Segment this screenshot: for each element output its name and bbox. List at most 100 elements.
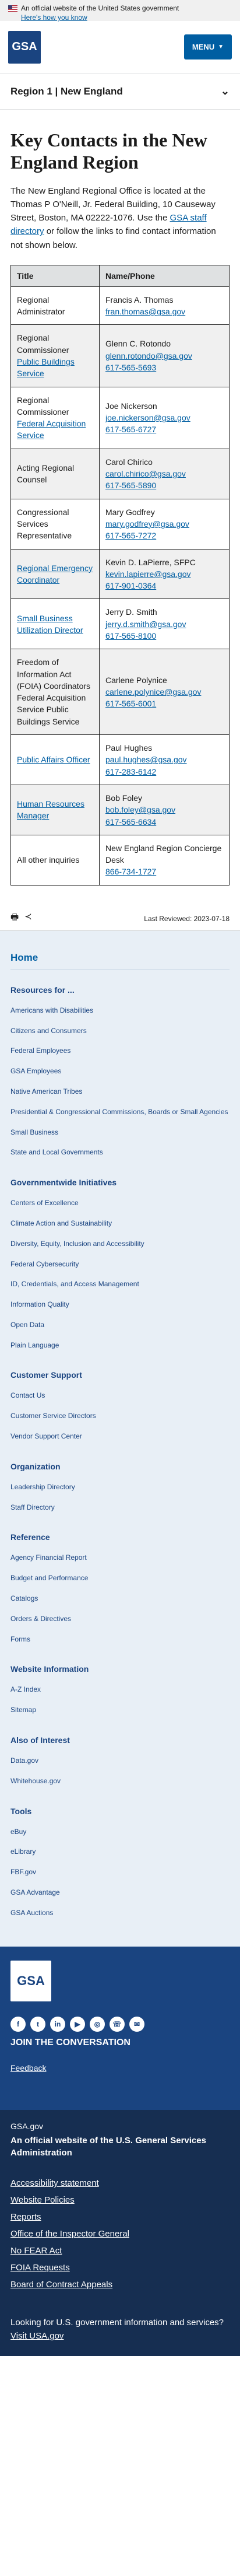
linkedin-icon[interactable]: in <box>50 2016 65 2032</box>
contact-email-link[interactable]: mary.godfrey@gsa.gov <box>105 518 223 530</box>
region-section-nav[interactable]: Region 1 | New England ⌄ <box>0 74 240 110</box>
print-icon[interactable]: 🖶 <box>10 911 19 926</box>
footer-link[interactable]: Climate Action and Sustainability <box>10 1213 230 1234</box>
contact-email-link[interactable]: carlene.polynice@gsa.gov <box>105 686 223 698</box>
footer-link[interactable]: Plain Language <box>10 1335 230 1356</box>
footer-link[interactable]: GSA Employees <box>10 1061 230 1082</box>
footer-link[interactable]: Presidential & Congressional Commissions… <box>10 1102 230 1122</box>
contact-email-link[interactable]: fran.thomas@gsa.gov <box>105 306 223 317</box>
contact-title-cell: Regional Administrator <box>10 286 100 326</box>
footer-link[interactable]: Centers of Excellence <box>10 1193 230 1213</box>
feedback-link[interactable]: Feedback <box>10 2063 46 2073</box>
contact-email-link[interactable]: bob.foley@gsa.gov <box>105 804 223 816</box>
social-icons: f t in ▶ ◎ ☏ ✉ <box>10 2016 230 2032</box>
contact-title-link[interactable]: Human Resources Manager <box>17 799 84 820</box>
footer-link[interactable]: Budget and Performance <box>10 1568 230 1588</box>
footer-link[interactable]: GSA Auctions <box>10 1903 230 1923</box>
footer-link[interactable]: Citizens and Consumers <box>10 1021 230 1041</box>
footer-link[interactable]: Open Data <box>10 1315 230 1335</box>
footer-nav-section: Customer Support Contact Us Customer Servi… <box>0 1370 240 1446</box>
usagov-link[interactable]: Visit USA.gov <box>10 2331 230 2341</box>
contact-email-link[interactable]: jerry.d.smith@gsa.gov <box>105 618 223 630</box>
twitter-icon[interactable]: t <box>30 2016 45 2032</box>
footer-link-list: Data.gov Whitehouse.gov <box>10 1751 230 1791</box>
contact-phone-link[interactable]: 617-565-7272 <box>105 530 223 541</box>
footer-bottom-link[interactable]: Office of the Inspector General <box>10 2225 230 2242</box>
contact-phone-link[interactable]: 617-565-6634 <box>105 816 223 828</box>
footer-bottom-link[interactable]: Website Policies <box>10 2192 230 2208</box>
footer-link[interactable]: Diversity, Equity, Inclusion and Accessi… <box>10 1234 230 1254</box>
contact-title-link[interactable]: Federal Acquisition Service <box>17 419 86 440</box>
footer-link[interactable]: A-Z Index <box>10 1679 230 1700</box>
instagram-icon[interactable]: ◎ <box>90 2016 105 2032</box>
table-row: Human Resources Manager Bob Foley bob.fole… <box>10 784 230 835</box>
footer-link[interactable]: Leadership Directory <box>10 1477 230 1497</box>
footer-link[interactable]: Native American Tribes <box>10 1082 230 1102</box>
youtube-icon[interactable]: ▶ <box>70 2016 85 2032</box>
contact-email-link[interactable]: joe.nickerson@gsa.gov <box>105 412 223 424</box>
contact-title-link[interactable]: Small Business Utilization Director <box>17 614 83 635</box>
footer-link[interactable]: Staff Directory <box>10 1497 230 1518</box>
contact-phone-link[interactable]: 617-901-0364 <box>105 580 223 592</box>
footer-link[interactable]: Customer Service Directors <box>10 1406 230 1426</box>
footer-link[interactable]: Federal Cybersecurity <box>10 1254 230 1275</box>
footer-link[interactable]: Americans with Disabilities <box>10 1000 230 1021</box>
gsa-logo[interactable]: GSA <box>8 30 41 64</box>
footer-link[interactable]: Orders & Directives <box>10 1609 230 1629</box>
footer-link[interactable]: Catalogs <box>10 1588 230 1609</box>
footer-section-heading: Tools <box>10 1806 32 1816</box>
footer-sections: Resources for ... Americans with Disabili… <box>0 985 240 1923</box>
contact-email-link[interactable]: paul.hughes@gsa.gov <box>105 754 223 765</box>
contact-name: Glenn C. Rotondo <box>105 339 171 349</box>
contact-title-link[interactable]: Regional Emergency Coordinator <box>17 564 93 584</box>
share-icon[interactable]: ≺ <box>24 911 32 926</box>
footer-link[interactable]: eLibrary <box>10 1842 230 1862</box>
contact-phone-link[interactable]: 617-283-6142 <box>105 766 223 778</box>
contact-title: Freedom of Information Act (FOIA) Coordi… <box>17 657 91 726</box>
gsa-footer-logo[interactable]: GSA <box>10 1960 51 2001</box>
footer-link[interactable]: eBuy <box>10 1822 230 1842</box>
footer-link[interactable]: Federal Employees <box>10 1041 230 1061</box>
footer-link[interactable]: Data.gov <box>10 1751 230 1771</box>
facebook-icon[interactable]: f <box>10 2016 26 2032</box>
footer-link[interactable]: Sitemap <box>10 1700 230 1720</box>
footer-nav-section: Governmentwide Initiatives Centers of Exc… <box>0 1178 240 1355</box>
contact-email-link[interactable]: glenn.rotondo@gsa.gov <box>105 350 223 362</box>
menu-button[interactable]: MENU ▼ <box>183 34 232 60</box>
contact-title-link[interactable]: Public Affairs Officer <box>17 755 90 764</box>
email-icon[interactable]: ✉ <box>129 2016 144 2032</box>
phone-icon[interactable]: ☏ <box>110 2016 125 2032</box>
footer-bottom-link[interactable]: Board of Contract Appeals <box>10 2276 230 2293</box>
contact-title-link[interactable]: Public Buildings Service <box>17 357 75 378</box>
footer-link[interactable]: GSA Advantage <box>10 1882 230 1903</box>
footer-link[interactable]: Contact Us <box>10 1385 230 1406</box>
main-content: Key Contacts in the New England Region T… <box>0 110 240 903</box>
contact-phone-link[interactable]: 617-565-5890 <box>105 480 223 491</box>
footer-link[interactable]: Vendor Support Center <box>10 1426 230 1447</box>
footer-link[interactable]: ID, Credentials, and Access Management <box>10 1274 230 1294</box>
contact-phone-link[interactable]: 617-565-6001 <box>105 698 223 709</box>
contact-phone-link[interactable]: 617-565-5693 <box>105 362 223 373</box>
contact-phone-link[interactable]: 866-734-1727 <box>105 866 223 877</box>
footer-link-list: Agency Financial Report Budget and Perfor… <box>10 1548 230 1649</box>
contact-email-link[interactable]: carol.chirico@gsa.gov <box>105 468 223 480</box>
footer-home-link[interactable]: Home <box>0 937 240 970</box>
table-row: Regional Emergency Coordinator Kevin D. L… <box>10 548 230 600</box>
footer-link[interactable]: Forms <box>10 1629 230 1650</box>
footer-bottom-link[interactable]: FOIA Requests <box>10 2259 230 2276</box>
footer-link[interactable]: Whitehouse.gov <box>10 1771 230 1791</box>
footer-bottom-link[interactable]: Accessibility statement <box>10 2175 230 2192</box>
contact-email-link[interactable]: kevin.lapierre@gsa.gov <box>105 568 223 580</box>
contact-name-cell: Jerry D. Smith jerry.d.smith@gsa.gov 617-5… <box>99 598 230 650</box>
footer-bottom-link[interactable]: No FEAR Act <box>10 2242 230 2259</box>
footer-link[interactable]: FBF.gov <box>10 1862 230 1882</box>
footer-link[interactable]: Small Business <box>10 1122 230 1143</box>
footer-link[interactable]: Agency Financial Report <box>10 1548 230 1568</box>
footer-bottom-link[interactable]: Reports <box>10 2208 230 2225</box>
contact-name-cell: Paul Hughes paul.hughes@gsa.gov 617-283-61… <box>99 734 230 785</box>
footer-link[interactable]: Information Quality <box>10 1294 230 1315</box>
chevron-down-icon: ⌄ <box>220 85 230 97</box>
contact-phone-link[interactable]: 617-565-6727 <box>105 424 223 435</box>
contact-phone-link[interactable]: 617-565-8100 <box>105 630 223 642</box>
footer-link[interactable]: State and Local Governments <box>10 1142 230 1163</box>
